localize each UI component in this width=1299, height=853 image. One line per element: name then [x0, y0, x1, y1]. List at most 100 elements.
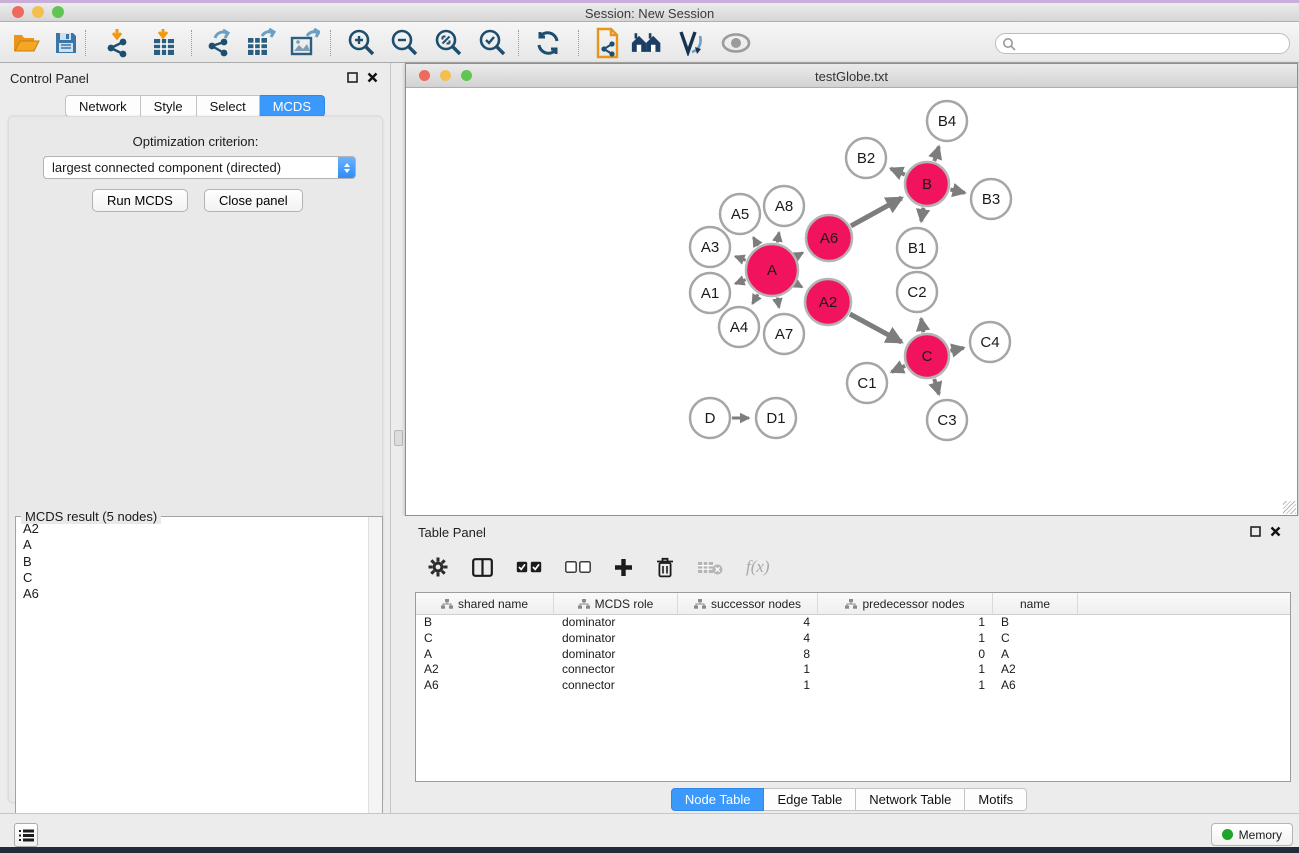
graph-edge-A-A3[interactable] [735, 256, 745, 260]
close-panel-button[interactable]: Close panel [204, 189, 303, 212]
save-session-icon[interactable] [50, 28, 82, 58]
table-cell[interactable]: connector [554, 662, 678, 678]
table-cell[interactable]: 1 [818, 631, 993, 647]
table-row[interactable]: Adominator80A [416, 647, 1290, 663]
graph-edge-C-C3[interactable] [934, 379, 939, 394]
mcds-result-item[interactable]: B [16, 554, 368, 570]
graph-edge-A6-B[interactable] [851, 198, 902, 226]
close-panel-icon[interactable] [1270, 526, 1281, 537]
new-network-icon[interactable] [593, 28, 625, 58]
table-cell[interactable]: A2 [993, 662, 1078, 678]
memory-button[interactable]: Memory [1211, 823, 1293, 846]
mcds-result-item[interactable]: C [16, 570, 368, 586]
graph-edge-A-A5[interactable] [753, 237, 758, 245]
graph-node-C4[interactable]: C4 [970, 322, 1010, 362]
mcds-result-list[interactable]: A2ABCA6 [16, 521, 368, 847]
mcds-result-scrollbar[interactable] [368, 517, 382, 848]
home-icon[interactable] [631, 28, 663, 58]
select-all-icon[interactable] [516, 561, 542, 573]
search-field[interactable] [995, 33, 1290, 54]
table-cell[interactable]: A6 [993, 678, 1078, 694]
table-row[interactable]: Bdominator41B [416, 615, 1290, 631]
graph-edge-B-B3[interactable] [950, 190, 964, 193]
table-cell[interactable]: 1 [678, 662, 818, 678]
graph-node-B[interactable]: B [905, 162, 949, 206]
table-row[interactable]: Cdominator41C [416, 631, 1290, 647]
table-cell[interactable]: B [993, 615, 1078, 631]
table-cell[interactable]: 1 [818, 662, 993, 678]
graph-edge-A-A1[interactable] [735, 280, 745, 284]
graph-edge-A-A4[interactable] [753, 294, 759, 303]
graph-node-D1[interactable]: D1 [756, 398, 796, 438]
graph-node-A6[interactable]: A6 [806, 215, 852, 261]
open-session-icon[interactable] [10, 28, 42, 58]
graph-edge-B-B2[interactable] [891, 169, 905, 175]
table-row[interactable]: A2connector11A2 [416, 662, 1290, 678]
network-graph-canvas[interactable]: B4 B2 B B3 A5 A8 A6 A3 B1 A A1 C2 A2 [406, 89, 1297, 516]
graph-edge-C-C1[interactable] [892, 366, 906, 372]
table-cell[interactable]: A [993, 647, 1078, 663]
graph-node-A5[interactable]: A5 [720, 194, 760, 234]
graph-edge-C-C4[interactable] [950, 348, 963, 351]
graph-edge-A-A6[interactable] [796, 253, 802, 257]
graph-edge-A-A8[interactable] [777, 233, 779, 243]
tab-network-table[interactable]: Network Table [856, 788, 965, 811]
table-cell[interactable]: A2 [416, 662, 554, 678]
graph-edge-A-A7[interactable] [777, 298, 779, 308]
graph-edge-A2-C[interactable] [850, 314, 902, 342]
graph-node-A1[interactable]: A1 [690, 273, 730, 313]
mcds-result-item[interactable]: A2 [16, 521, 368, 537]
graph-node-D[interactable]: D [690, 398, 730, 438]
table-cell[interactable]: dominator [554, 615, 678, 631]
column-header-shared-name[interactable]: shared name [416, 593, 554, 614]
mcds-result-item[interactable]: A [16, 537, 368, 553]
criterion-select[interactable]: largest connected component (directed) [43, 156, 356, 179]
graph-node-C2[interactable]: C2 [897, 272, 937, 312]
gear-icon[interactable] [427, 556, 449, 578]
split-panel-icon[interactable] [472, 558, 493, 577]
graph-node-A4[interactable]: A4 [719, 307, 759, 347]
zoom-selected-icon[interactable] [476, 28, 508, 58]
table-cell[interactable]: 0 [818, 647, 993, 663]
graph-node-C[interactable]: C [905, 334, 949, 378]
table-cell[interactable]: 4 [678, 631, 818, 647]
graph-edge-C-C2[interactable] [921, 319, 923, 333]
table-cell[interactable]: 1 [818, 615, 993, 631]
vizmapper-icon[interactable] [675, 28, 707, 58]
table-cell[interactable]: connector [554, 678, 678, 694]
mcds-result-item[interactable]: A6 [16, 586, 368, 602]
graph-node-B3[interactable]: B3 [971, 179, 1011, 219]
float-panel-icon[interactable] [1250, 526, 1261, 537]
table-cell[interactable]: dominator [554, 647, 678, 663]
table-cell[interactable]: A6 [416, 678, 554, 694]
export-image-icon[interactable] [289, 28, 321, 58]
vertical-splitter-handle[interactable] [394, 430, 403, 446]
export-network-icon[interactable] [203, 28, 235, 58]
zoom-fit-icon[interactable] [432, 28, 464, 58]
tab-motifs[interactable]: Motifs [965, 788, 1027, 811]
network-window-titlebar[interactable]: testGlobe.txt [406, 64, 1297, 88]
column-header-predecessor-nodes[interactable]: predecessor nodes [818, 593, 993, 614]
column-header-MCDS-role[interactable]: MCDS role [554, 593, 678, 614]
graph-edge-B-B1[interactable] [921, 208, 923, 222]
table-cell[interactable]: 8 [678, 647, 818, 663]
tab-network[interactable]: Network [65, 95, 141, 117]
tab-select[interactable]: Select [197, 95, 260, 117]
tab-node-table[interactable]: Node Table [671, 788, 765, 811]
table-row[interactable]: A6connector11A6 [416, 678, 1290, 694]
graph-node-B1[interactable]: B1 [897, 228, 937, 268]
tab-style[interactable]: Style [141, 95, 197, 117]
export-table-icon[interactable] [245, 28, 277, 58]
graph-node-A2[interactable]: A2 [805, 279, 851, 325]
graph-node-C1[interactable]: C1 [847, 363, 887, 403]
graph-node-A[interactable]: A [746, 244, 798, 296]
graph-edge-A-A2[interactable] [796, 284, 802, 287]
import-table-icon[interactable] [148, 28, 180, 58]
table-cell[interactable]: 1 [818, 678, 993, 694]
table-cell[interactable]: 1 [678, 678, 818, 694]
graph-node-B2[interactable]: B2 [846, 138, 886, 178]
close-panel-icon[interactable] [367, 72, 378, 83]
add-column-icon[interactable] [614, 558, 633, 577]
float-panel-icon[interactable] [347, 72, 358, 83]
task-history-button[interactable] [14, 823, 38, 847]
